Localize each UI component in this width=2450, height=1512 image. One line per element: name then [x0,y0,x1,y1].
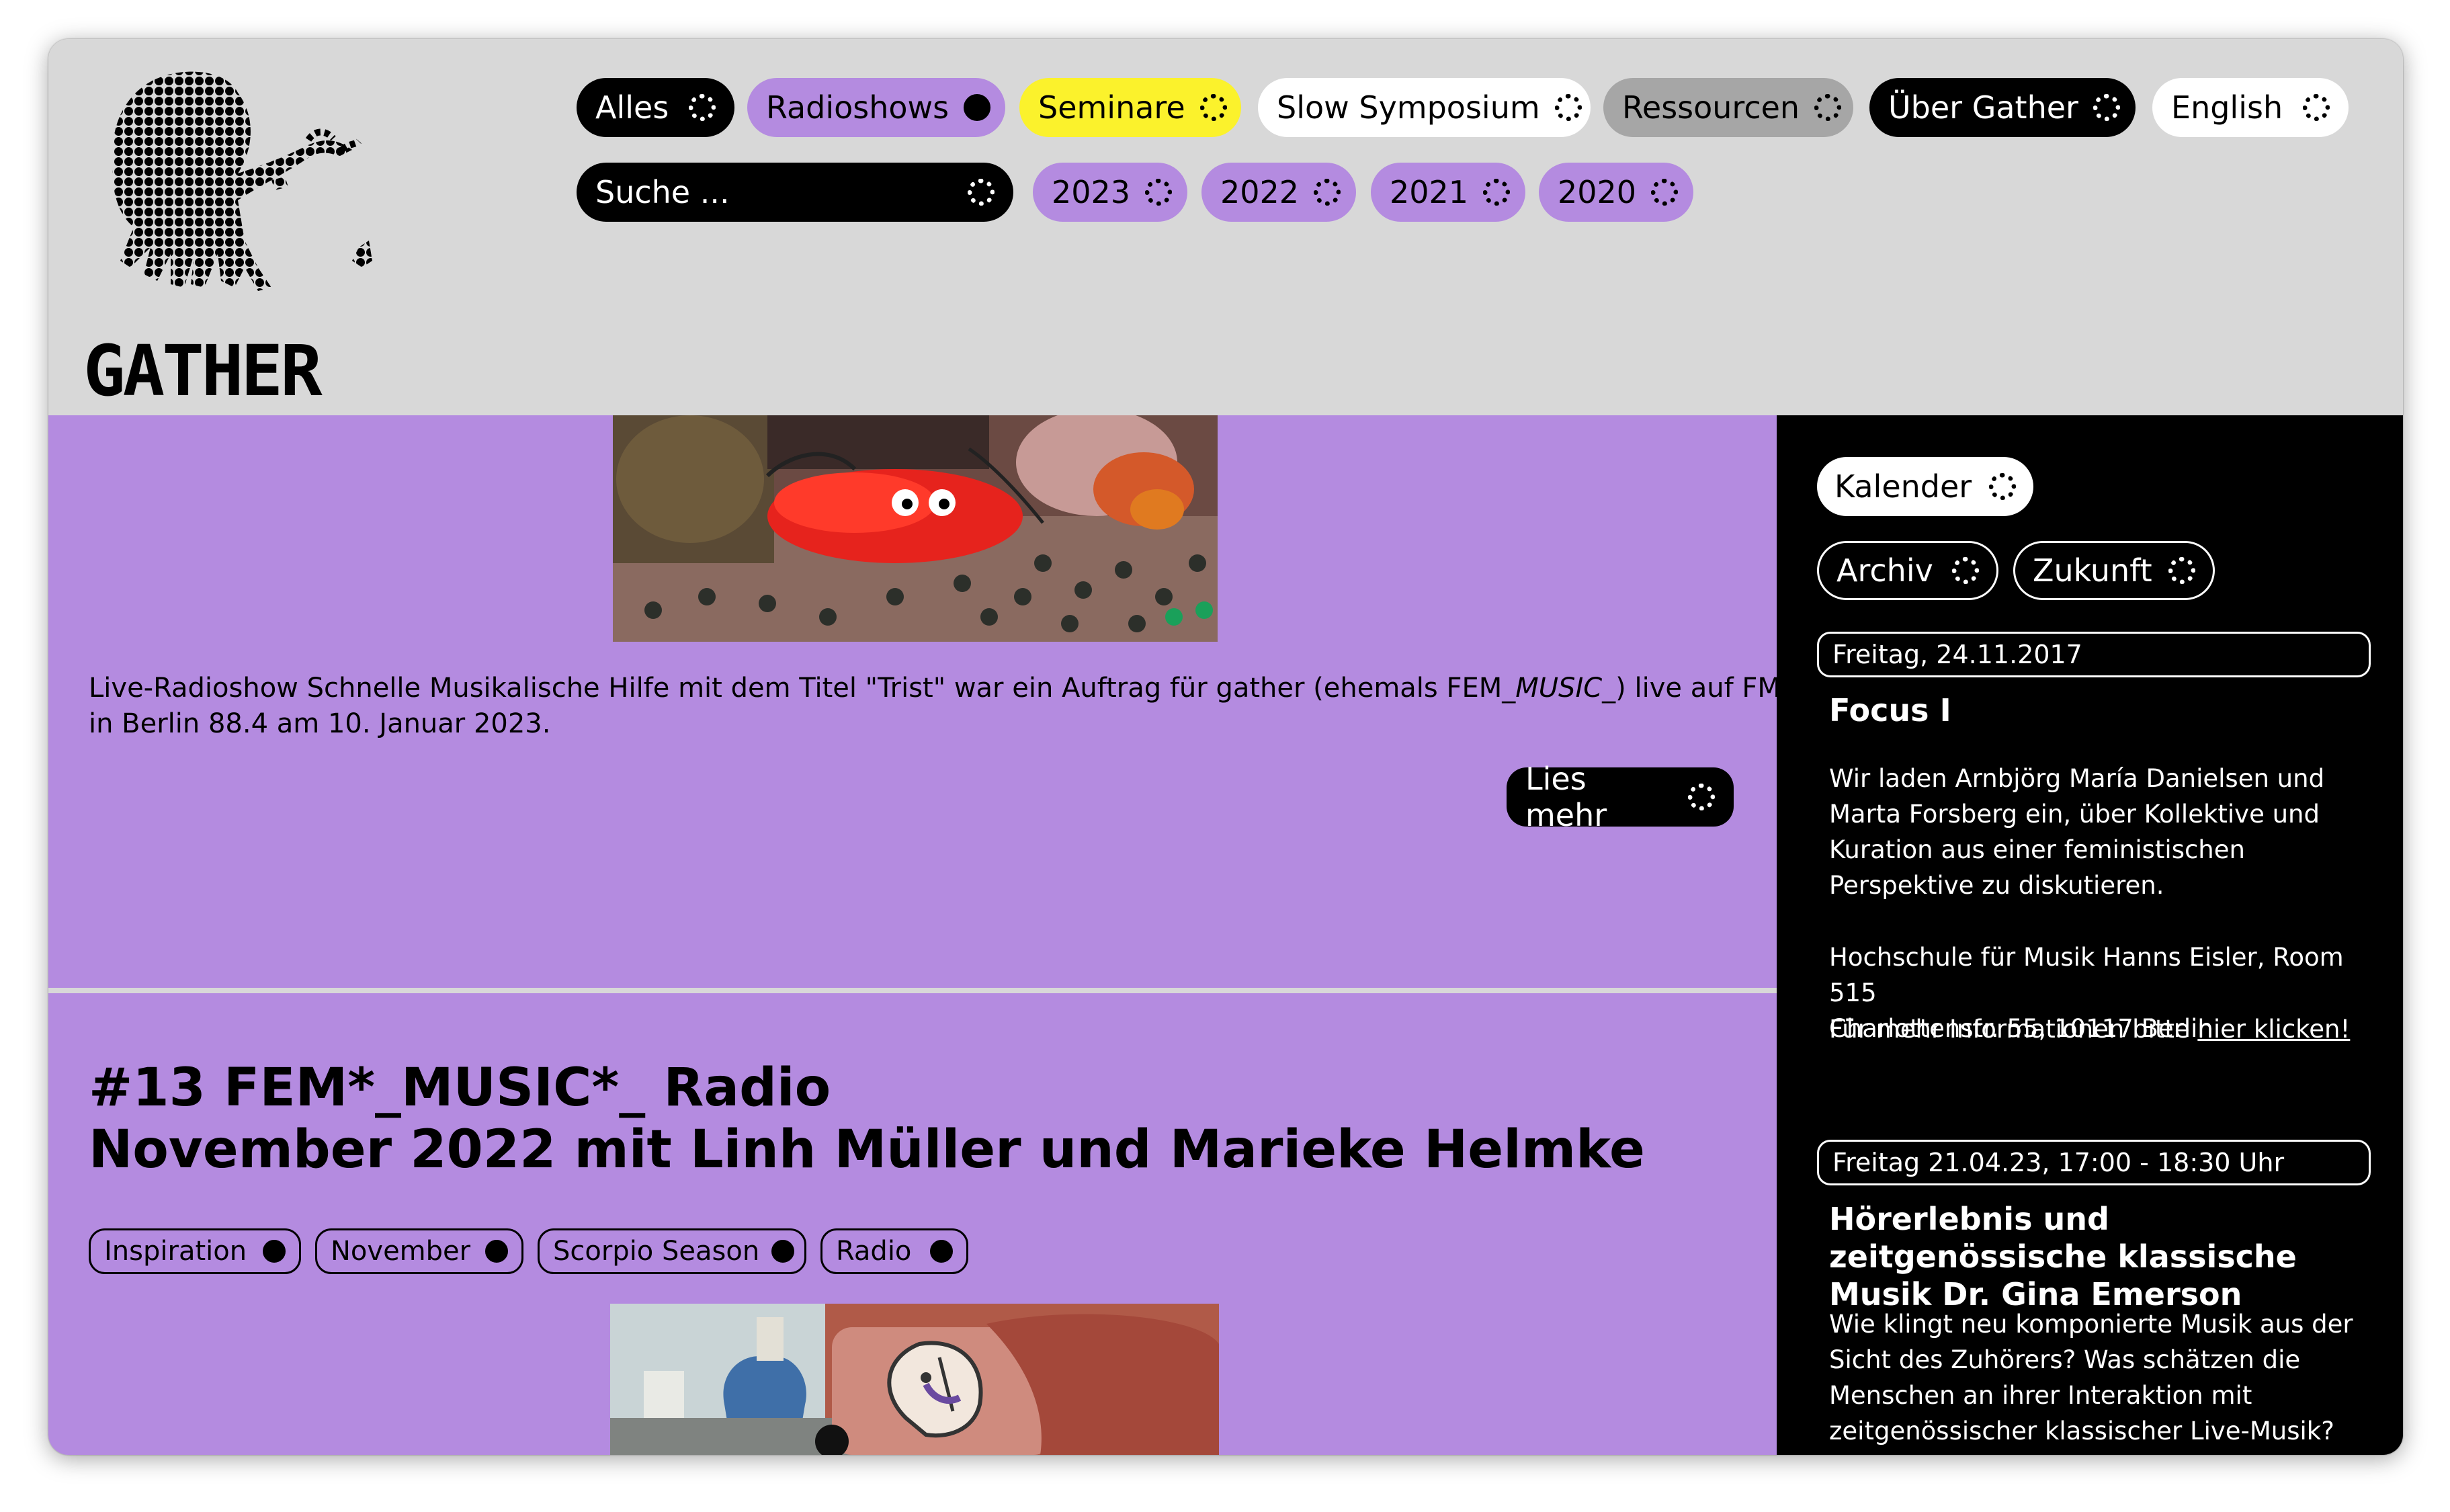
browser-window: GATHER Alles Radioshows Seminare Slow Sympo… [48,39,2403,1455]
tag-ring-icon [263,1240,286,1263]
ring-icon [1199,94,1227,121]
post-image-cushions[interactable] [610,1304,1219,1455]
year-filter-2023[interactable]: 2023 [1033,163,1187,222]
event-description: Wie klingt neu komponierte Musik aus der… [1829,1310,2353,1445]
post-divider [48,988,1777,993]
ring-icon [2303,94,2330,121]
ring-icon [2168,557,2195,584]
event-more-info: Für mehr Informationen bitte hier klicke… [1829,1015,2351,1044]
post-title[interactable]: #13 FEM*_MUSIC*_ Radio November 2022 mit… [89,1057,1645,1181]
post-image-crochet-synth[interactable] [613,415,1218,642]
main-content: Live-Radioshow Schnelle Musikalische Hil… [48,415,1777,1455]
nav-ressourcen-button[interactable]: Ressourcen [1603,78,1853,137]
nav-slow-symposium-button[interactable]: Slow Symposium [1258,78,1591,137]
logo-text: GATHER [83,330,323,402]
tag-inspiration[interactable]: Inspiration [89,1228,301,1274]
year-filter-2022[interactable]: 2022 [1201,163,1356,222]
ring-icon [1688,784,1715,810]
tag-radio[interactable]: Radio [820,1228,968,1274]
ring-icon [2093,94,2120,121]
site-header: GATHER Alles Radioshows Seminare Slow Sympo… [48,39,2403,415]
event-date: Freitag, 24.11.2017 [1817,632,2371,677]
event-title[interactable]: Hörerlebnis und zeitgenössische klassisc… [1829,1200,2380,1313]
tag-ring-icon [485,1240,508,1263]
ring-icon [964,94,991,121]
ring-icon [1314,179,1341,206]
ring-icon [689,94,716,121]
year-filter-2021[interactable]: 2021 [1371,163,1525,222]
more-info-link[interactable]: hier klicken! [2197,1015,2350,1044]
post-description: Live-Radioshow Schnelle Musikalische Hil… [89,673,1777,739]
tag-scorpio-season[interactable]: Scorpio Season [538,1228,806,1274]
gather-logo[interactable]: GATHER [83,66,392,402]
tag-ring-icon [771,1240,795,1263]
ring-icon [1145,179,1173,206]
future-button[interactable]: Zukunft [2013,541,2215,600]
nav-ber-gather-button[interactable]: Über Gather [1869,78,2136,137]
ring-icon [1483,179,1511,206]
calendar-button[interactable]: Kalender [1817,457,2033,516]
event-sidebar: Kalender Archiv Zukunft Freitag, 24.11.2… [1777,415,2403,1455]
search-field[interactable]: Suche ... [577,163,1013,222]
archive-button[interactable]: Archiv [1817,541,1998,600]
read-more-button[interactable]: Lies mehr [1507,761,1734,833]
event-title[interactable]: Focus I [1829,691,2380,729]
search-input[interactable]: Suche ... [595,174,953,210]
nav-alles-button[interactable]: Alles [577,78,734,137]
ring-icon [1651,179,1679,206]
event-date: Freitag 21.04.23, 17:00 - 18:30 Uhr [1817,1140,2371,1185]
ring-icon [1952,557,1979,584]
nav-radioshows-button[interactable]: Radioshows [747,78,1005,137]
ring-icon [1554,94,1582,121]
search-ring-icon [968,179,995,206]
ring-icon [1814,94,1842,121]
nav-english-button[interactable]: English [2152,78,2349,137]
tag-ring-icon [930,1240,953,1263]
event-description: Wir laden Arnbjörg María Danielsen und M… [1829,764,2325,900]
ring-icon [1989,473,2016,500]
tag-november[interactable]: November [315,1228,523,1274]
nav-seminare-button[interactable]: Seminare [1019,78,1241,137]
year-filter-2020[interactable]: 2020 [1539,163,1693,222]
